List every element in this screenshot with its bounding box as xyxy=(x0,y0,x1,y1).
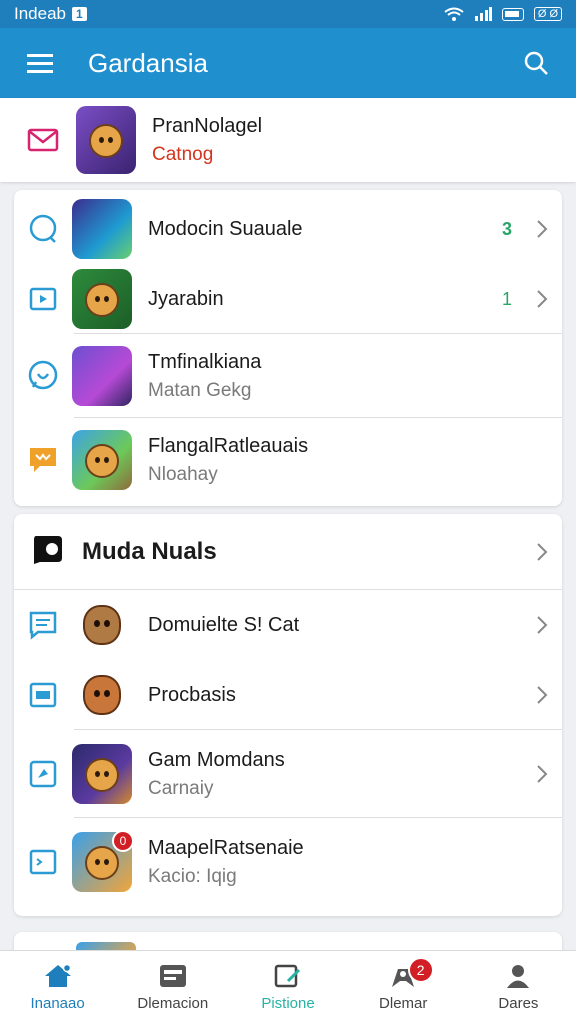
item-title: FlangalRatleauais xyxy=(148,434,309,457)
bottom-navigation: Inanaao Dlemacion Pistione 2 Dlemar Dare… xyxy=(0,950,576,1024)
list-item[interactable]: Jyarabin 1 xyxy=(14,264,562,334)
item-subtitle: Nloahay xyxy=(148,463,218,485)
wifi-icon xyxy=(444,7,464,21)
list-item[interactable]: 0 MaapelRatsenaie Kacio: Iqig xyxy=(14,818,562,906)
status-badge: 1 xyxy=(72,7,87,21)
item-title: Domuielte S! Cat xyxy=(148,613,300,636)
app-thumbnail xyxy=(72,269,132,329)
item-title: PranNolagel xyxy=(152,114,263,137)
edit-icon xyxy=(274,964,301,988)
signal-icon xyxy=(474,7,492,21)
person-icon xyxy=(507,965,530,988)
gallery-icon xyxy=(159,965,186,987)
app-thumbnail xyxy=(72,199,132,259)
chevron-right-icon xyxy=(522,289,562,309)
search-icon[interactable] xyxy=(518,45,554,81)
nav-game[interactable]: 2 Dlemar xyxy=(346,951,461,1024)
list-item[interactable]: Gam Momdans Carnaiy xyxy=(14,730,562,818)
chevron-right-icon xyxy=(522,685,562,705)
terminal-icon xyxy=(14,849,72,875)
battery-icon xyxy=(501,7,524,21)
nav-label: Inanaao xyxy=(30,995,85,1012)
chevron-right-icon xyxy=(522,764,562,784)
item-subtitle: Kacio: Iqig xyxy=(148,865,237,887)
section-title: Muda Nuals xyxy=(82,537,217,565)
item-subtitle: Matan Gekg xyxy=(148,379,252,401)
app-thumbnail xyxy=(72,430,132,490)
notification-badge: 0 xyxy=(112,830,134,852)
item-title: MaapelRatsenaie xyxy=(148,836,304,859)
app-logo-icon xyxy=(30,532,64,571)
app-thumbnail: 0 xyxy=(72,830,134,892)
nav-home[interactable]: Inanaao xyxy=(0,951,115,1024)
app-bar: Gardansia xyxy=(0,28,576,98)
home-icon xyxy=(44,963,71,987)
status-bar: Indeab 1 Ø Ø xyxy=(0,0,576,28)
item-count: 1 xyxy=(501,288,512,309)
chat-bubble-icon xyxy=(14,214,72,244)
section-header[interactable]: Muda Nuals xyxy=(14,514,562,590)
nav-label: Dlemacion xyxy=(137,995,209,1012)
item-subtitle: Carnaiy xyxy=(148,777,214,799)
item-subtitle: Catnog xyxy=(152,143,214,165)
nav-label: Dlemar xyxy=(379,995,428,1012)
carrier-label: Indeab xyxy=(14,4,66,23)
nav-gallery[interactable]: Dlemacion xyxy=(115,951,230,1024)
list-card-one: Modocin Suauale 3 Jyarabin 1 Tmfinalkian… xyxy=(14,190,562,506)
list-card-two: Muda Nuals Domuielte S! Cat Procbasis Ga… xyxy=(14,514,562,916)
list-item[interactable]: Procbasis xyxy=(14,660,562,730)
list-item[interactable]: Modocin Suauale 3 xyxy=(14,194,562,264)
nav-label: Pistione xyxy=(261,995,315,1012)
list-item[interactable]: FlangalRatleauais Nloahay xyxy=(14,418,562,502)
nav-profile[interactable]: Dares xyxy=(461,951,576,1024)
item-title: Jyarabin xyxy=(148,287,224,310)
app-thumbnail xyxy=(72,595,132,655)
app-thumbnail xyxy=(76,106,136,174)
status-indicator: Ø Ø xyxy=(533,7,562,21)
app-thumbnail xyxy=(72,346,132,406)
tag-icon xyxy=(14,760,72,788)
message-icon xyxy=(14,610,72,640)
app-thumbnail xyxy=(72,744,132,804)
app-title: Gardansia xyxy=(88,47,208,78)
item-title: Tmfinalkiana xyxy=(148,350,262,373)
item-count: 3 xyxy=(501,218,512,239)
chevron-right-icon xyxy=(522,542,562,562)
nav-edit[interactable]: Pistione xyxy=(230,951,345,1024)
whatsapp-icon xyxy=(14,360,72,392)
top-card: PranNolagel Catnog xyxy=(0,98,576,182)
nav-label: Dares xyxy=(498,995,539,1012)
window-icon xyxy=(14,682,72,708)
item-title: Modocin Suauale xyxy=(148,217,303,240)
mail-icon xyxy=(0,128,86,152)
chevron-right-icon xyxy=(522,219,562,239)
item-title: Gam Momdans xyxy=(148,748,285,771)
item-title: Procbasis xyxy=(148,683,236,706)
store-icon xyxy=(14,446,72,474)
list-item[interactable]: Domuielte S! Cat xyxy=(14,590,562,660)
menu-icon[interactable] xyxy=(22,45,58,81)
notification-badge: 2 xyxy=(407,957,434,983)
app-thumbnail xyxy=(72,665,132,725)
chevron-right-icon xyxy=(522,615,562,635)
play-icon xyxy=(14,287,72,311)
list-item[interactable]: PranNolagel Catnog xyxy=(0,98,576,182)
list-item[interactable]: Tmfinalkiana Matan Gekg xyxy=(14,334,562,418)
